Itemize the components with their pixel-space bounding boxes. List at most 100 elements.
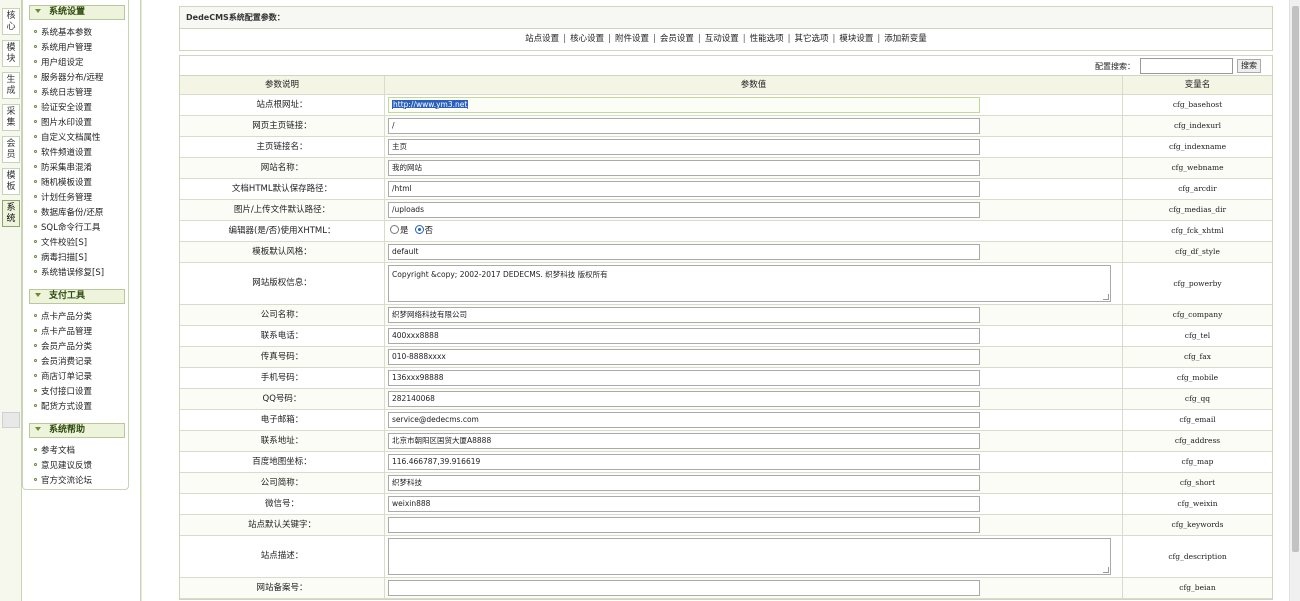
menu-item[interactable]: 服务器分布/远程 — [34, 71, 103, 85]
vertical-tab-4[interactable]: 会员 — [2, 136, 20, 163]
param-value-input[interactable]: 282140068 — [388, 391, 980, 407]
param-value-cell: 织梦网络科技有限公司 — [385, 305, 1123, 325]
menu-item[interactable]: 商店订单记录 — [34, 370, 92, 384]
menu-item[interactable]: 配货方式设置 — [34, 400, 92, 414]
search-input[interactable] — [1140, 58, 1233, 74]
param-value-input[interactable]: / — [388, 118, 980, 134]
param-value-input[interactable]: 织梦科技 — [388, 475, 980, 491]
menu-item[interactable]: 病毒扫描[S] — [34, 251, 87, 265]
menu-item[interactable]: 系统日志管理 — [34, 86, 92, 100]
menu-item[interactable]: 点卡产品分类 — [34, 310, 92, 324]
menu-group-title[interactable]: 系统帮助 — [29, 423, 125, 438]
tab-3[interactable]: 会员设置 — [660, 34, 694, 44]
resize-grip-icon[interactable] — [1103, 567, 1109, 573]
radio-button[interactable] — [390, 225, 399, 234]
tab-8[interactable]: 添加新变量 — [884, 34, 927, 44]
menu-item[interactable]: 点卡产品管理 — [34, 325, 92, 339]
param-value-input[interactable]: service@dedecms.com — [388, 412, 980, 428]
param-value-text: Copyright &copy; 2002-2017 DEDECMS. 织梦科技… — [392, 270, 608, 279]
param-value-input[interactable] — [388, 580, 980, 596]
vertical-tab-2[interactable]: 生成 — [2, 72, 20, 99]
search-button[interactable]: 搜索 — [1237, 59, 1261, 73]
menu-item[interactable]: 自定义文档属性 — [34, 131, 101, 145]
tab-5[interactable]: 性能选项 — [750, 34, 784, 44]
tab-4[interactable]: 互动设置 — [705, 34, 739, 44]
param-value-text: 116.466787,39.916619 — [392, 457, 481, 466]
menu-item[interactable]: 参考文档 — [34, 444, 75, 458]
bullet-icon — [34, 90, 37, 93]
param-value-input[interactable]: weixin888 — [388, 496, 980, 512]
param-label: 文档HTML默认保存路径： — [180, 179, 385, 199]
menu-item[interactable]: 支付接口设置 — [34, 385, 92, 399]
menu-item[interactable]: 数据库备份/还原 — [34, 206, 103, 220]
variable-name: cfg_short — [1179, 478, 1216, 487]
param-value-input[interactable]: 010-8888xxxx — [388, 349, 980, 365]
radio-button[interactable] — [414, 225, 424, 234]
resize-grip-icon[interactable] — [1103, 294, 1109, 300]
tab-7[interactable]: 模块设置 — [839, 34, 873, 44]
menu-item[interactable]: 图片水印设置 — [34, 116, 92, 130]
menu-item[interactable]: 用户组设定 — [34, 56, 84, 70]
vertical-tab-strip: 核心模块生成采集会员模板系统 — [0, 0, 22, 601]
param-value-textarea[interactable] — [388, 538, 1111, 575]
menu-item[interactable]: 意见建议反馈 — [34, 459, 92, 473]
variable-name: cfg_arcdir — [1178, 184, 1217, 193]
bullet-icon — [34, 165, 37, 168]
vertical-scrollbar[interactable] — [1289, 0, 1300, 601]
menu-item[interactable]: 会员消费记录 — [34, 355, 92, 369]
menu-item[interactable]: 计划任务管理 — [34, 191, 92, 205]
menu-item[interactable]: 系统错误修复[S] — [34, 266, 104, 280]
param-value-input[interactable]: 400xxx8888 — [388, 328, 980, 344]
table-row: QQ号码： 282140068 cfg_qq — [180, 389, 1272, 410]
tab-6[interactable]: 其它选项 — [795, 34, 829, 44]
variable-name: cfg_email — [1179, 415, 1216, 424]
menu-item[interactable]: 会员产品分类 — [34, 340, 92, 354]
param-value-input[interactable]: /uploads — [388, 202, 980, 218]
vertical-tab-5[interactable]: 模板 — [2, 168, 20, 195]
menu-item-label: 防采集串混淆 — [41, 163, 93, 173]
param-value-input[interactable]: 织梦网络科技有限公司 — [388, 307, 980, 323]
table-row: 站点根网址： http://www.ym3.net cfg_basehost — [180, 95, 1272, 116]
menu-item[interactable]: SQL命令行工具 — [34, 221, 100, 235]
table-row: 手机号码： 136xxx98888 cfg_mobile — [180, 368, 1272, 389]
menu-item[interactable]: 系统基本参数 — [34, 26, 92, 40]
param-value-input[interactable] — [388, 517, 980, 533]
menu-item[interactable]: 软件频道设置 — [34, 146, 92, 160]
param-value-cell: 136xxx98888 — [385, 368, 1123, 388]
menu-item[interactable]: 系统用户管理 — [34, 41, 92, 55]
param-value-input[interactable]: 136xxx98888 — [388, 370, 980, 386]
menu-item[interactable]: 验证安全设置 — [34, 101, 92, 115]
tab-2[interactable]: 附件设置 — [615, 34, 649, 44]
frame-splitter[interactable] — [140, 0, 142, 601]
menu-item-label: 随机模板设置 — [41, 178, 93, 188]
tab-0[interactable]: 站点设置 — [525, 34, 559, 44]
param-value-input[interactable]: 116.466787,39.916619 — [388, 454, 980, 470]
param-value-textarea[interactable]: Copyright &copy; 2002-2017 DEDECMS. 织梦科技… — [388, 265, 1111, 302]
param-value-input[interactable]: /html — [388, 181, 980, 197]
radio-option[interactable]: 是 — [390, 225, 409, 236]
vertical-tab-3[interactable]: 采集 — [2, 104, 20, 131]
tab-1[interactable]: 核心设置 — [570, 34, 604, 44]
menu-item[interactable]: 文件校验[S] — [34, 236, 87, 250]
menu-item[interactable]: 官方交流论坛 — [34, 474, 92, 488]
vertical-tab-1[interactable]: 模块 — [2, 40, 20, 67]
menu-item-label: 用户组设定 — [41, 58, 84, 68]
param-value-input[interactable]: 主页 — [388, 139, 980, 155]
config-tabs: 站点设置 | 核心设置 | 附件设置 | 会员设置 | 互动设置 | 性能选项 | 其它选项 | 模块设置 |… — [179, 29, 1273, 51]
menu-group-title[interactable]: 系统设置 — [29, 5, 125, 20]
vertical-tab-0[interactable]: 核心 — [2, 8, 20, 35]
tab-separator: | — [787, 34, 791, 44]
param-label: 网页主页链接： — [180, 116, 385, 136]
menu-group-title[interactable]: 支付工具 — [29, 289, 125, 304]
param-value-input[interactable]: default — [388, 244, 980, 260]
menu-item[interactable]: 防采集串混淆 — [34, 161, 92, 175]
menu-item[interactable]: 随机模板设置 — [34, 176, 92, 190]
vertical-tab-6[interactable]: 系统 — [2, 200, 20, 227]
param-value-input[interactable]: http://www.ym3.net — [388, 97, 980, 113]
tab-separator: | — [832, 34, 836, 44]
param-value-input[interactable]: 我的网站 — [388, 160, 980, 176]
radio-option[interactable]: 否 — [414, 225, 433, 236]
param-value-input[interactable]: 北京市朝阳区国贸大厦A8888 — [388, 433, 980, 449]
param-label: 联系地址： — [180, 431, 385, 451]
scrollbar-thumb[interactable] — [1292, 6, 1299, 552]
